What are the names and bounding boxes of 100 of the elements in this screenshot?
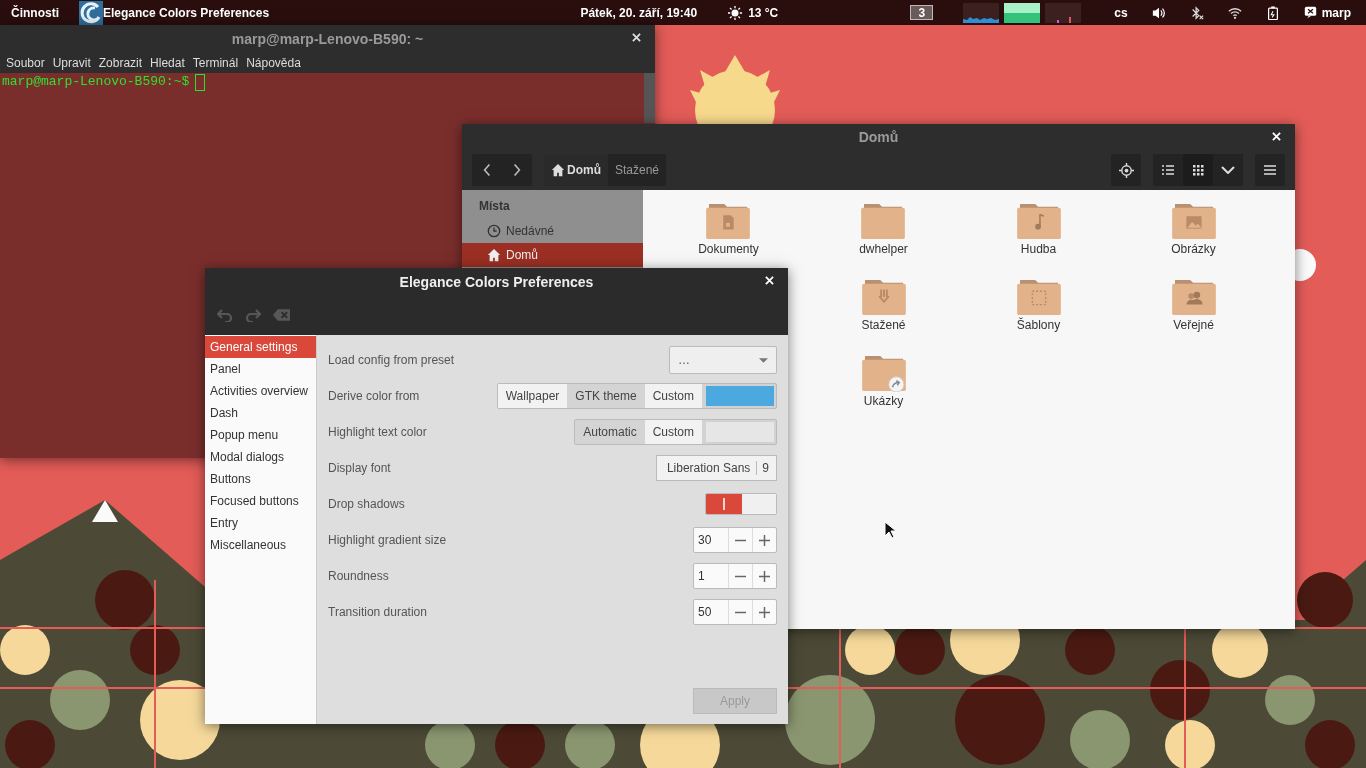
sidebar-item[interactable]: Nedávné — [462, 219, 643, 243]
folder-item[interactable]: dwhelper — [859, 202, 908, 256]
grid-view-button[interactable] — [1183, 154, 1213, 186]
spin-field[interactable]: 50 — [693, 599, 777, 625]
folder-icon — [860, 202, 907, 240]
folder-item[interactable]: Veřejné — [1170, 278, 1217, 332]
category-item[interactable]: General settings — [205, 336, 316, 358]
undo-icon — [217, 308, 233, 322]
clock-button[interactable]: Pátek, 20. září, 19:40 — [580, 5, 698, 20]
menu-item[interactable]: Terminál — [188, 55, 243, 70]
setting-label: Derive color from — [328, 389, 420, 403]
close-icon[interactable] — [632, 33, 641, 42]
option-button[interactable]: Custom — [644, 384, 702, 408]
shell-prompt: marp@marp-Lenovo-B590:~$ — [2, 74, 190, 89]
folder-icon — [1170, 202, 1217, 240]
clock-icon — [487, 224, 501, 238]
menu-item[interactable]: Soubor — [2, 55, 49, 70]
folder-item[interactable]: Obrázky — [1170, 202, 1217, 256]
memory-graph-icon — [1004, 2, 1041, 23]
setting-label: Roundness — [328, 569, 389, 583]
folder-item[interactable]: Ukázky — [860, 354, 907, 408]
battery-icon[interactable] — [1265, 5, 1280, 20]
redo-icon — [245, 308, 261, 322]
menu-item[interactable]: Nápověda — [242, 55, 305, 70]
category-item[interactable]: Miscellaneous — [205, 534, 316, 556]
window-title: Elegance Colors Preferences — [399, 273, 594, 290]
toggle-switch[interactable] — [705, 493, 777, 515]
category-item[interactable]: Modal dialogs — [205, 446, 316, 468]
home-icon — [487, 248, 501, 262]
user-menu-button[interactable]: marp — [1321, 5, 1351, 20]
color-swatch-button[interactable] — [706, 422, 774, 442]
folder-name: Ukázky — [863, 394, 904, 408]
category-item[interactable]: Activities overview — [205, 380, 316, 402]
menu-icon — [1264, 165, 1276, 175]
weather-temperature: 13 °C — [748, 5, 779, 20]
folder-name: Veřejné — [1173, 318, 1214, 332]
category-item[interactable]: Popup menu — [205, 424, 316, 446]
category-item[interactable]: Focused buttons — [205, 490, 316, 512]
window-title: marp@marp-Lenovo-B590: ~ — [231, 30, 424, 47]
user-icon[interactable] — [1303, 6, 1317, 19]
app-icon — [79, 0, 103, 25]
clear-icon — [273, 309, 290, 321]
location-button[interactable] — [1111, 154, 1141, 186]
font-button[interactable]: Liberation Sans 9 — [655, 455, 777, 481]
wifi-icon[interactable] — [1227, 5, 1242, 20]
network-graph-icon — [1045, 2, 1082, 23]
app-menu-button[interactable]: Elegance Colors Preferences — [103, 5, 270, 20]
spin-field[interactable]: 1 — [693, 563, 777, 589]
setting-label: Drop shadows — [328, 497, 405, 511]
folder-icon — [1015, 278, 1062, 316]
path-button[interactable]: Stažené — [608, 154, 667, 186]
folder-icon — [860, 354, 907, 392]
list-icon — [1162, 165, 1174, 175]
crosshair-icon — [1118, 162, 1134, 178]
plus-icon — [759, 570, 770, 582]
preset-dropdown[interactable]: … — [669, 346, 777, 374]
setting-label: Highlight gradient size — [328, 533, 447, 547]
window-title: Domů — [858, 129, 899, 145]
setting-label: Load config from preset — [328, 353, 455, 367]
path-button[interactable]: Domů — [544, 154, 608, 186]
folder-name: Šablony — [1016, 318, 1061, 332]
chevron-down-icon — [1221, 166, 1235, 174]
menu-button[interactable] — [1255, 154, 1285, 186]
setting-label: Transition duration — [328, 605, 427, 619]
folder-item[interactable]: Stažené — [860, 278, 907, 332]
folder-name: Obrázky — [1171, 242, 1216, 256]
folder-item[interactable]: Dokumenty — [698, 202, 759, 256]
spin-field[interactable]: 30 — [693, 527, 777, 553]
folder-icon — [705, 202, 752, 240]
grid-icon — [1192, 164, 1204, 176]
option-button[interactable]: Custom — [644, 420, 702, 444]
folder-item[interactable]: Šablony — [1015, 278, 1062, 332]
menu-item[interactable]: Upravit — [48, 55, 95, 70]
scrollbar[interactable] — [644, 73, 655, 123]
activities-button[interactable]: Činnosti — [11, 5, 59, 20]
option-button[interactable]: Wallpaper — [497, 384, 568, 408]
category-item[interactable]: Buttons — [205, 468, 316, 490]
setting-label: Highlight text color — [328, 425, 427, 439]
menu-item[interactable]: Zobrazit — [94, 55, 147, 70]
category-item[interactable]: Dash — [205, 402, 316, 424]
sidebar-item[interactable]: Domů — [462, 243, 643, 267]
folder-item[interactable]: Hudba — [1015, 202, 1062, 256]
home-icon — [551, 163, 565, 177]
dropdown-arrow-icon — [759, 357, 768, 363]
text-cursor — [195, 74, 206, 91]
menu-item[interactable]: Hledat — [146, 55, 189, 70]
keyboard-layout-button[interactable]: cs — [1114, 5, 1128, 20]
weather-sun-icon — [728, 5, 743, 20]
plus-icon — [759, 534, 770, 546]
category-item[interactable]: Entry — [205, 512, 316, 534]
setting-label: Display font — [328, 461, 391, 475]
folder-icon — [1170, 278, 1217, 316]
sidebar-heading: Místa — [478, 198, 511, 215]
plus-icon — [759, 606, 770, 618]
color-swatch-button[interactable] — [706, 386, 774, 406]
workspace-indicator[interactable]: 3 — [910, 5, 934, 20]
volume-icon[interactable] — [1151, 5, 1166, 20]
folder-icon — [1015, 202, 1062, 240]
folder-name: Dokumenty — [698, 242, 759, 256]
category-item[interactable]: Panel — [205, 358, 316, 380]
